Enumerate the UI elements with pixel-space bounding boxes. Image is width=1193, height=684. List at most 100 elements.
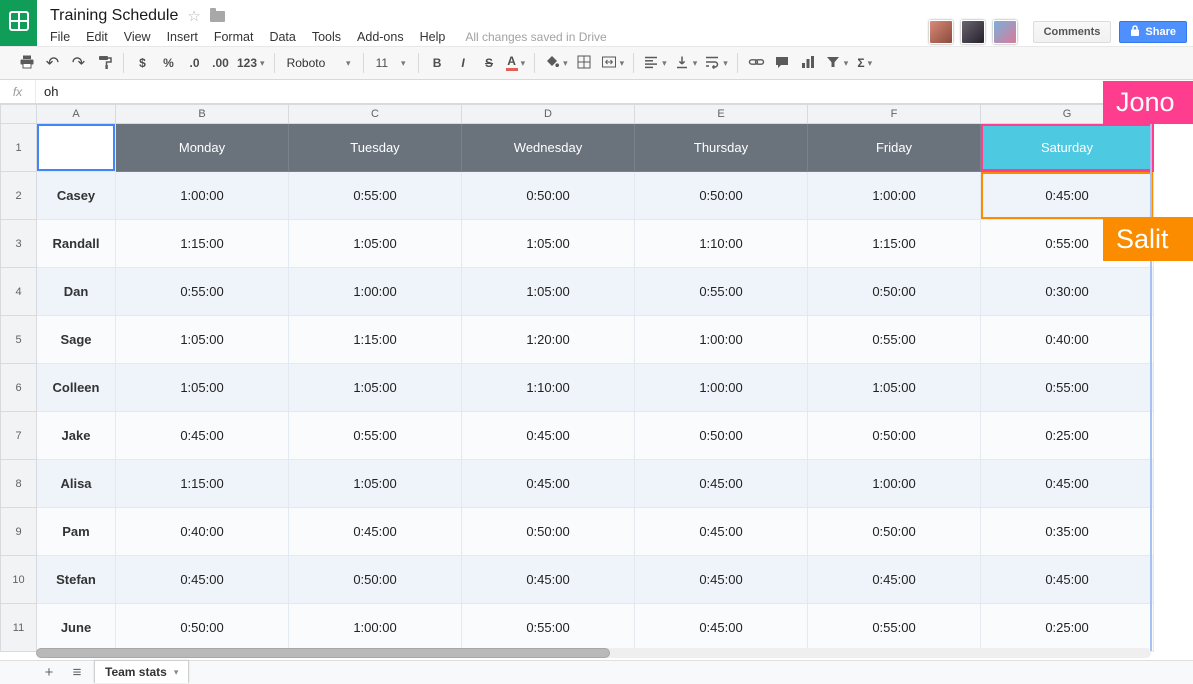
horizontal-align-button[interactable]: ▾ xyxy=(640,51,670,75)
cell[interactable]: 1:00:00 xyxy=(808,460,981,508)
document-title[interactable]: Training Schedule xyxy=(50,7,178,25)
cell[interactable]: 0:45:00 xyxy=(981,556,1154,604)
cell[interactable]: 0:25:00 xyxy=(981,412,1154,460)
cell[interactable]: 1:00:00 xyxy=(808,172,981,220)
text-color-button[interactable]: A▾ xyxy=(503,51,529,75)
cell[interactable]: 0:45:00 xyxy=(116,412,289,460)
cell[interactable]: 1:15:00 xyxy=(116,460,289,508)
vertical-align-button[interactable]: ▾ xyxy=(671,51,701,75)
fill-color-button[interactable]: ▾ xyxy=(541,51,571,75)
cell[interactable]: Pam xyxy=(37,508,116,556)
cell[interactable]: 0:50:00 xyxy=(462,172,635,220)
star-icon[interactable]: ☆ xyxy=(187,7,200,25)
percent-format-button[interactable]: % xyxy=(156,51,181,75)
menu-insert[interactable]: Insert xyxy=(159,28,206,46)
cell[interactable]: 0:45:00 xyxy=(462,412,635,460)
menu-data[interactable]: Data xyxy=(261,28,303,46)
column-header[interactable]: E xyxy=(635,105,808,124)
text-wrap-button[interactable]: ▾ xyxy=(701,51,731,75)
cell[interactable]: 0:30:00 xyxy=(981,268,1154,316)
decrease-decimal-button[interactable]: .0 xyxy=(182,51,207,75)
cell[interactable]: Casey xyxy=(37,172,116,220)
cell[interactable]: 0:45:00 xyxy=(635,604,808,652)
increase-decimal-button[interactable]: .00 xyxy=(208,51,233,75)
formula-input[interactable]: oh xyxy=(36,80,1193,103)
collaborator-avatar[interactable] xyxy=(961,20,985,44)
cell[interactable]: Monday xyxy=(116,124,289,172)
folder-icon[interactable] xyxy=(210,11,225,22)
menu-file[interactable]: File xyxy=(50,28,78,46)
cell[interactable]: 0:50:00 xyxy=(808,412,981,460)
cell[interactable]: 1:20:00 xyxy=(462,316,635,364)
column-header[interactable]: B xyxy=(116,105,289,124)
bold-button[interactable]: B xyxy=(425,51,450,75)
cell[interactable]: 1:00:00 xyxy=(289,268,462,316)
cell[interactable]: 0:55:00 xyxy=(808,604,981,652)
menu-view[interactable]: View xyxy=(116,28,159,46)
cell[interactable]: 1:10:00 xyxy=(635,220,808,268)
row-header[interactable]: 11 xyxy=(1,604,37,652)
row-header[interactable]: 3 xyxy=(1,220,37,268)
cell[interactable]: 0:50:00 xyxy=(116,604,289,652)
column-header[interactable]: D xyxy=(462,105,635,124)
cell[interactable]: Stefan xyxy=(37,556,116,604)
print-button[interactable] xyxy=(14,51,39,75)
cell[interactable]: 1:05:00 xyxy=(289,364,462,412)
row-header[interactable]: 6 xyxy=(1,364,37,412)
cell[interactable]: 0:45:00 xyxy=(635,556,808,604)
italic-button[interactable]: I xyxy=(451,51,476,75)
insert-comment-button[interactable] xyxy=(770,51,795,75)
cell[interactable]: 1:00:00 xyxy=(635,364,808,412)
cell[interactable]: 1:05:00 xyxy=(462,268,635,316)
row-header[interactable]: 5 xyxy=(1,316,37,364)
cell[interactable]: June xyxy=(37,604,116,652)
cell[interactable]: 1:00:00 xyxy=(289,604,462,652)
insert-link-button[interactable] xyxy=(744,51,769,75)
cell[interactable]: 0:55:00 xyxy=(635,268,808,316)
cell[interactable]: 1:05:00 xyxy=(116,316,289,364)
cell[interactable]: 1:15:00 xyxy=(289,316,462,364)
cell[interactable]: Randall xyxy=(37,220,116,268)
cell[interactable]: 0:50:00 xyxy=(808,508,981,556)
cell[interactable]: 0:50:00 xyxy=(635,412,808,460)
cell[interactable]: 0:55:00 xyxy=(808,316,981,364)
cell[interactable]: 0:45:00 xyxy=(289,508,462,556)
cell[interactable]: 0:35:00 xyxy=(981,508,1154,556)
cell[interactable]: 1:00:00 xyxy=(116,172,289,220)
cell[interactable]: 0:40:00 xyxy=(981,316,1154,364)
cell[interactable]: 0:55:00 xyxy=(116,268,289,316)
cell[interactable]: 0:40:00 xyxy=(116,508,289,556)
row-header[interactable]: 8 xyxy=(1,460,37,508)
cell[interactable]: 1:05:00 xyxy=(808,364,981,412)
horizontal-scrollbar-thumb[interactable] xyxy=(36,648,610,658)
cell[interactable]: Friday xyxy=(808,124,981,172)
row-header[interactable]: 2 xyxy=(1,172,37,220)
cell[interactable]: 1:05:00 xyxy=(289,460,462,508)
font-size-select[interactable]: 11▾ xyxy=(370,51,412,75)
column-header[interactable]: C xyxy=(289,105,462,124)
cell[interactable]: 0:50:00 xyxy=(289,556,462,604)
cell[interactable]: Sage xyxy=(37,316,116,364)
redo-button[interactable]: ↷ xyxy=(66,51,91,75)
cell[interactable]: Thursday xyxy=(635,124,808,172)
cell[interactable]: 0:45:00 xyxy=(808,556,981,604)
font-select[interactable]: Roboto▾ xyxy=(281,51,357,75)
cell[interactable]: 0:50:00 xyxy=(808,268,981,316)
menu-edit[interactable]: Edit xyxy=(78,28,116,46)
select-all-corner[interactable] xyxy=(1,105,37,124)
row-header[interactable]: 9 xyxy=(1,508,37,556)
currency-format-button[interactable]: $ xyxy=(130,51,155,75)
menu-addons[interactable]: Add-ons xyxy=(349,28,412,46)
cell[interactable]: 0:45:00 xyxy=(635,508,808,556)
cell[interactable]: 1:15:00 xyxy=(116,220,289,268)
row-header[interactable]: 7 xyxy=(1,412,37,460)
cell[interactable]: 0:45:00 xyxy=(981,460,1154,508)
cell[interactable]: Jake xyxy=(37,412,116,460)
all-sheets-button[interactable]: ≡ xyxy=(66,663,88,683)
functions-button[interactable]: Σ▾ xyxy=(852,51,877,75)
cell[interactable]: Tuesday xyxy=(289,124,462,172)
cell[interactable]: Colleen xyxy=(37,364,116,412)
cell[interactable]: 0:55:00 xyxy=(462,604,635,652)
cell[interactable]: 0:45:00 xyxy=(462,556,635,604)
share-button[interactable]: Share xyxy=(1119,21,1187,43)
